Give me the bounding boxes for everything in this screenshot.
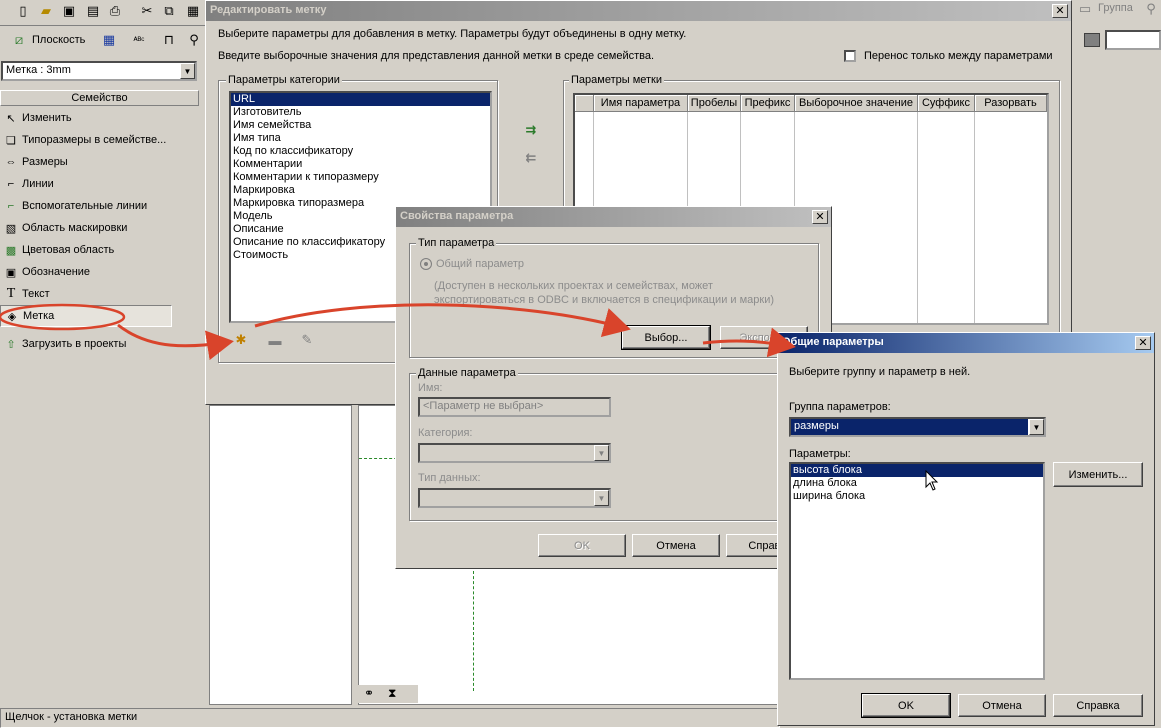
arrow-to-new-param [117,323,234,361]
annotation-overlay [0,303,796,361]
arrow-to-select-button [254,303,631,338]
arrow-to-shared-params [702,327,796,358]
label-tool-highlight [0,303,126,331]
